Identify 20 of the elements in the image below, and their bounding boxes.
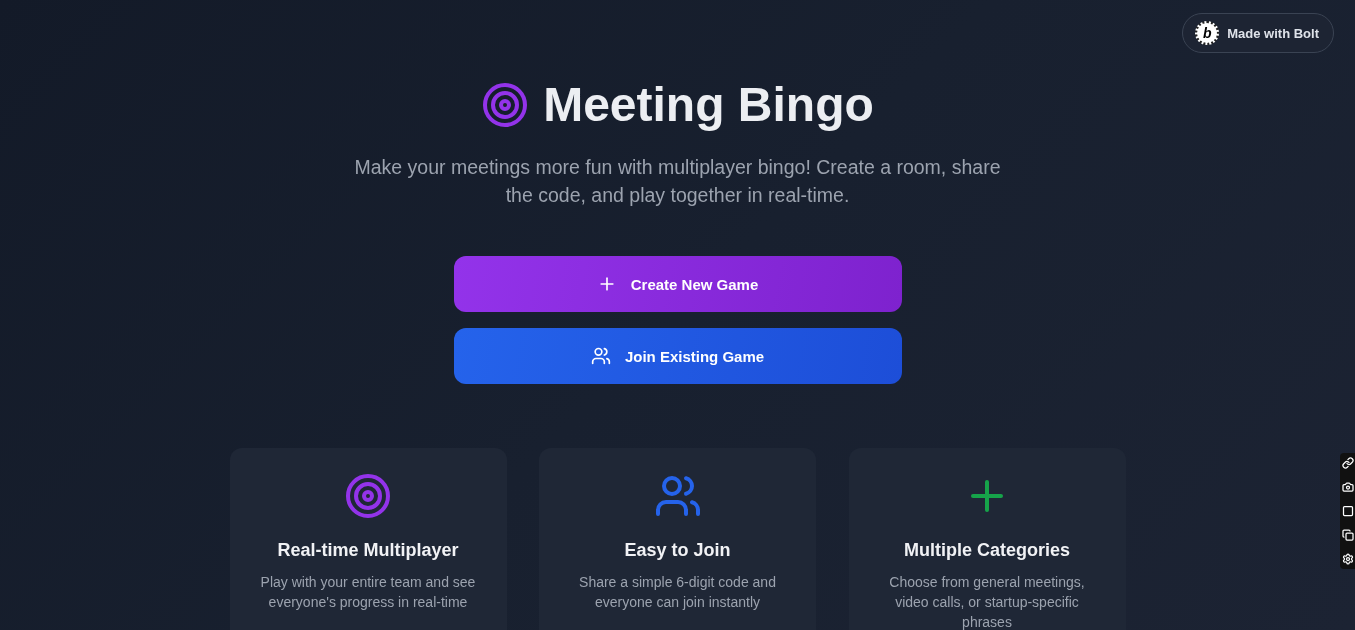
bolt-logo: b xyxy=(1195,21,1220,45)
badge-label: Made with Bolt xyxy=(1227,25,1319,41)
camera-icon[interactable] xyxy=(1341,481,1354,493)
users-icon xyxy=(590,346,611,366)
page-title: Meeting Bingo xyxy=(543,81,874,129)
feature-title: Easy to Join xyxy=(624,539,731,562)
page-subtitle: Make your meetings more fun with multiplayer bingo! Create a room, share the code, and play together in real-time. xyxy=(353,155,1002,208)
windows-icon[interactable] xyxy=(1341,529,1354,541)
feature-description: Choose from general meetings, video calls, or startup-specific phrases xyxy=(888,573,1086,630)
link-icon[interactable] xyxy=(1341,457,1354,469)
feature-title: Real-time Multiplayer xyxy=(277,539,459,562)
rectangle-icon[interactable] xyxy=(1341,505,1354,517)
made-with-bolt-badge[interactable]: b Made with Bolt xyxy=(1182,13,1334,53)
feature-description: Share a simple 6-digit code and everyone can join instantly xyxy=(578,573,777,612)
feature-title: Multiple Categories xyxy=(904,539,1070,562)
create-game-button[interactable]: Create New Game xyxy=(453,256,902,312)
join-game-button[interactable]: Join Existing Game xyxy=(453,328,902,384)
feature-description: Play with your entire team and see everyone's progress in real-time xyxy=(259,573,477,612)
target-icon xyxy=(481,81,530,129)
settings-icon[interactable] xyxy=(1341,553,1354,565)
